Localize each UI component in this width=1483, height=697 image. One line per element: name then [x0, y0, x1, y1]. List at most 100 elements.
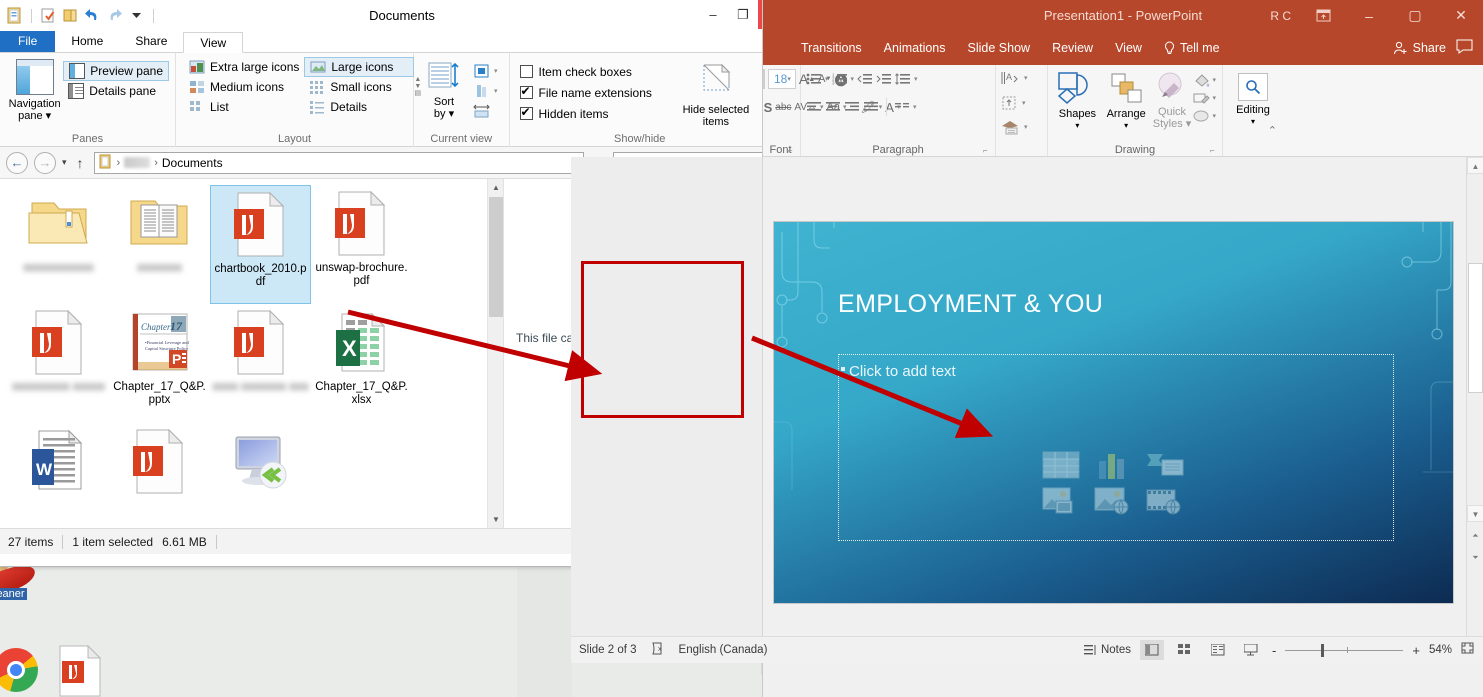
chevron-down-icon[interactable]: ▾: [787, 75, 795, 83]
previous-slide-icon[interactable]: ⏶: [1467, 527, 1483, 544]
redo-icon[interactable]: [106, 7, 123, 24]
zoom-out-button[interactable]: -: [1272, 643, 1276, 658]
pictures-icon[interactable]: [1042, 487, 1080, 515]
align-left-icon[interactable]: [806, 100, 822, 114]
list-item[interactable]: [109, 423, 210, 528]
address-input[interactable]: › › Documents ∨: [93, 151, 585, 174]
align-text-icon[interactable]: [1001, 95, 1019, 111]
tab-home[interactable]: Home: [55, 31, 119, 52]
scrollbar-thumb[interactable]: [1468, 263, 1483, 393]
tab-view[interactable]: View: [183, 32, 244, 53]
size-columns-button[interactable]: ▾: [468, 81, 503, 101]
align-right-icon[interactable]: [844, 100, 860, 114]
chevron-down-icon[interactable]: ▾: [1024, 123, 1028, 131]
columns-icon[interactable]: [894, 100, 910, 114]
align-center-icon[interactable]: [825, 100, 841, 114]
breadcrumb-user[interactable]: [124, 157, 151, 168]
chevron-down-icon[interactable]: ▾: [825, 75, 829, 83]
minimize-button[interactable]: –: [698, 0, 728, 29]
chevron-down-icon[interactable]: ▾: [914, 75, 918, 83]
tab-animations[interactable]: Animations: [884, 31, 946, 65]
properties-icon[interactable]: [6, 7, 23, 24]
convert-to-smartart-icon[interactable]: [1001, 119, 1021, 135]
hide-selected-items-button[interactable]: Hide selected items: [668, 61, 764, 128]
layout-small-icons[interactable]: Small icons: [304, 77, 414, 97]
maximize-button[interactable]: ▢: [1393, 0, 1437, 31]
slide-indicator[interactable]: Slide 2 of 3: [579, 644, 637, 656]
add-columns-button[interactable]: ▾: [468, 61, 503, 81]
tab-slide-show[interactable]: Slide Show: [968, 31, 1031, 65]
slide-title[interactable]: EMPLOYMENT & YOU: [838, 290, 1103, 319]
layout-list[interactable]: List: [184, 97, 304, 117]
spell-check-icon[interactable]: x: [651, 642, 665, 658]
layout-medium-icons[interactable]: Medium icons: [184, 77, 304, 97]
zoom-slider[interactable]: [1285, 643, 1404, 657]
shape-outline-button[interactable]: ▾: [1192, 90, 1216, 106]
smartart-icon[interactable]: [1146, 451, 1184, 479]
recent-locations-button[interactable]: ▾: [62, 157, 67, 168]
tab-share[interactable]: Share: [119, 31, 183, 52]
tab-transitions[interactable]: Transitions: [801, 31, 862, 65]
arrange-button[interactable]: Arrange ▾: [1101, 69, 1152, 132]
bullets-icon[interactable]: [806, 72, 822, 86]
tab-file[interactable]: File: [0, 31, 56, 52]
undo-icon[interactable]: [84, 7, 101, 24]
close-button[interactable]: ✕: [1439, 0, 1483, 31]
next-slide-icon[interactable]: ⏷: [1467, 549, 1483, 566]
video-icon[interactable]: [1146, 487, 1184, 516]
scroll-up-icon[interactable]: ▲: [1467, 157, 1483, 174]
slider-handle[interactable]: [1320, 643, 1324, 657]
chevron-down-icon[interactable]: ▾: [1212, 112, 1216, 120]
sort-by-button[interactable]: Sort by ▾: [420, 59, 468, 121]
list-item[interactable]: [210, 423, 311, 528]
line-spacing-icon[interactable]: [895, 72, 911, 86]
scroll-down-icon[interactable]: ▼: [488, 511, 503, 528]
account-initials[interactable]: R C: [1262, 9, 1299, 23]
content-placeholder[interactable]: Click to add text: [838, 354, 1394, 541]
customize-quick-access-icon[interactable]: [128, 7, 145, 24]
shape-effects-button[interactable]: ▾: [1192, 108, 1216, 124]
online-pictures-icon[interactable]: [1094, 487, 1132, 516]
file-list-pane[interactable]: xxxxxxxxxxx xxxxxxx chartbook_2010.pdf u…: [0, 179, 503, 528]
normal-view-button[interactable]: [1140, 640, 1165, 660]
folder-icon[interactable]: [62, 7, 79, 24]
comments-icon[interactable]: [1456, 39, 1473, 57]
chevron-down-icon[interactable]: ▾: [1024, 74, 1028, 82]
editing-button[interactable]: Editing ▾: [1229, 71, 1277, 128]
navigation-pane-button[interactable]: Navigation pane ▾: [6, 57, 63, 122]
chevron-down-icon[interactable]: ▾: [1212, 94, 1216, 102]
new-folder-icon[interactable]: [40, 7, 57, 24]
list-item[interactable]: W: [8, 423, 109, 528]
drawing-dialog-launcher[interactable]: ⌐: [1210, 146, 1219, 155]
list-item[interactable]: chartbook_2010.pdf: [210, 185, 311, 304]
list-item[interactable]: Chapter 17 •Financial Leverage and Capit…: [109, 304, 210, 423]
breadcrumb-documents[interactable]: Documents: [162, 156, 223, 170]
slide-show-button[interactable]: [1239, 640, 1263, 660]
forward-button[interactable]: →: [34, 151, 56, 174]
collapse-ribbon-icon[interactable]: ⌃: [1268, 124, 1277, 137]
reading-view-button[interactable]: [1206, 640, 1230, 660]
list-item[interactable]: unswap-brochure.pdf: [311, 185, 412, 304]
slide-scrollbar[interactable]: ▲ ▼ ⏶ ⏷: [1466, 157, 1483, 663]
chevron-down-icon[interactable]: ▾: [1022, 99, 1026, 107]
ribbon-display-options-icon[interactable]: [1301, 0, 1345, 31]
fit-to-window-icon[interactable]: [1461, 642, 1475, 658]
scroll-up-icon[interactable]: ▲: [488, 179, 503, 196]
chevron-down-icon[interactable]: ▾: [851, 75, 855, 83]
slide-editing-surface[interactable]: EMPLOYMENT & YOU Click to add text: [773, 221, 1454, 604]
checkbox[interactable]: [519, 65, 533, 78]
checkbox[interactable]: [519, 84, 533, 99]
layout-extra-large-icons[interactable]: Extra large icons: [184, 57, 304, 77]
table-icon[interactable]: [1042, 451, 1080, 479]
zoom-in-button[interactable]: +: [1412, 643, 1420, 658]
editing-caret[interactable]: ▾: [1251, 116, 1255, 128]
notes-button[interactable]: Notes: [1083, 644, 1131, 656]
slide-sorter-view-button[interactable]: [1173, 640, 1197, 660]
tell-me-button[interactable]: Tell me: [1164, 31, 1220, 65]
file-name-extensions-option[interactable]: File name extensions: [519, 82, 652, 103]
preview-pane-button[interactable]: Preview pane: [63, 61, 169, 81]
list-item[interactable]: xxxxxxxxx xxxxx: [8, 304, 109, 423]
chart-icon[interactable]: [1094, 451, 1132, 479]
checkbox[interactable]: [519, 105, 533, 120]
decrease-indent-icon[interactable]: [857, 72, 873, 86]
